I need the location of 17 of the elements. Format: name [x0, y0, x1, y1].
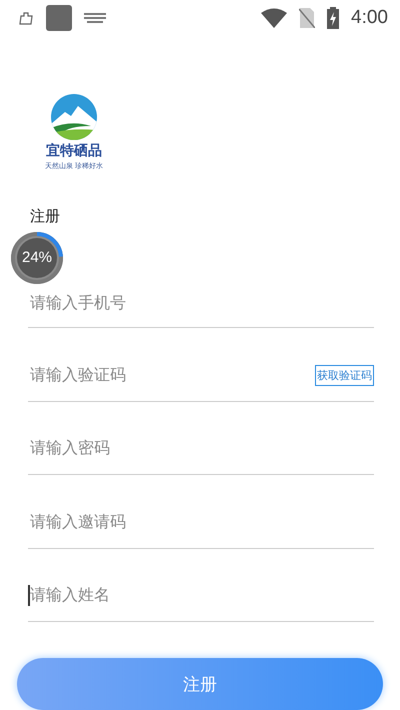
input-field[interactable]: 请输入姓名 — [28, 548, 374, 622]
input-field[interactable]: 请输入邀请码 — [28, 475, 374, 548]
get-code-button[interactable]: 获取验证码 — [315, 364, 374, 386]
progress-ring — [10, 231, 64, 285]
brand-name: 宜特硒品 — [46, 142, 102, 160]
no-sim-icon — [299, 8, 316, 28]
input-field[interactable]: 请输入验证码 获取验证码 — [28, 328, 374, 402]
clock-time: 4:00 — [351, 7, 388, 29]
register-button[interactable]: 注册 — [17, 658, 383, 710]
app-icon — [46, 5, 72, 31]
wifi-icon — [261, 8, 288, 28]
progress-reading: 24% — [20, 249, 54, 266]
page-title: 注册 — [30, 207, 61, 226]
clipboard-icon — [18, 10, 34, 26]
mountain-logo-icon — [51, 94, 97, 140]
battery-charging-icon — [327, 7, 340, 29]
input-field[interactable]: 请输入密码 — [28, 402, 374, 475]
